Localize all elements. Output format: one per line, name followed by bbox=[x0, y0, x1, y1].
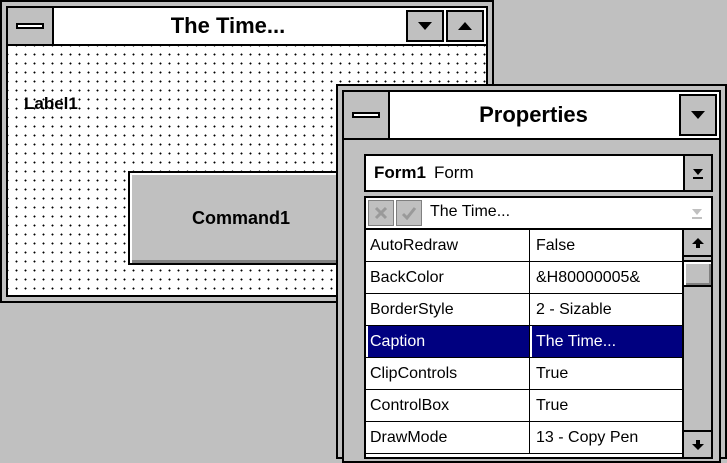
property-list-scrollbar[interactable] bbox=[682, 230, 711, 457]
property-value[interactable]: 2 - Sizable bbox=[532, 294, 686, 325]
property-value[interactable]: The Time... bbox=[532, 326, 686, 357]
dropdown-arrow-icon bbox=[683, 198, 711, 228]
minimize-icon[interactable] bbox=[406, 10, 444, 42]
property-name: DrawMode bbox=[368, 422, 530, 453]
scroll-thumb[interactable] bbox=[684, 260, 711, 287]
system-menu-icon[interactable] bbox=[344, 92, 390, 138]
property-value[interactable]: 13 - Copy Pen bbox=[532, 422, 686, 453]
properties-window-frame: Properties Form1 Form The Time... AutoRe… bbox=[342, 90, 721, 463]
property-value[interactable]: &H80000005& bbox=[532, 262, 686, 293]
scroll-down-icon[interactable] bbox=[684, 430, 711, 457]
property-row[interactable]: ControlBox True bbox=[366, 390, 684, 422]
object-type: Form bbox=[433, 163, 474, 182]
property-row[interactable]: BackColor &H80000005& bbox=[366, 262, 684, 294]
property-name: BackColor bbox=[368, 262, 530, 293]
object-name: Form1 bbox=[374, 163, 426, 182]
scroll-up-icon[interactable] bbox=[684, 230, 711, 257]
property-row[interactable]: ClipControls True bbox=[366, 358, 684, 390]
property-value-editor[interactable]: The Time... bbox=[364, 196, 713, 230]
dropdown-arrow-icon[interactable] bbox=[683, 156, 711, 190]
property-list[interactable]: AutoRedraw False BackColor &H80000005& Borde… bbox=[364, 228, 713, 459]
property-row[interactable]: DrawMode 13 - Copy Pen bbox=[366, 422, 684, 454]
property-row[interactable]: BorderStyle 2 - Sizable bbox=[366, 294, 684, 326]
object-selector[interactable]: Form1 Form bbox=[364, 154, 713, 192]
property-name: ClipControls bbox=[368, 358, 530, 389]
cancel-x-icon[interactable] bbox=[368, 200, 394, 226]
property-value[interactable]: True bbox=[532, 358, 686, 389]
property-name: ControlBox bbox=[368, 390, 530, 421]
property-value[interactable]: False bbox=[532, 230, 686, 261]
property-value[interactable]: True bbox=[532, 390, 686, 421]
property-row[interactable]: AutoRedraw False bbox=[366, 230, 684, 262]
system-menu-icon[interactable] bbox=[8, 8, 54, 44]
minimize-icon[interactable] bbox=[679, 94, 717, 136]
properties-window[interactable]: Properties Form1 Form The Time... AutoRe… bbox=[336, 84, 727, 463]
command1-button[interactable]: Command1 bbox=[128, 171, 354, 265]
properties-titlebar[interactable]: Properties bbox=[344, 92, 719, 140]
edit-value-text[interactable]: The Time... bbox=[430, 203, 510, 221]
form-title: The Time... bbox=[170, 13, 286, 38]
property-row[interactable]: Caption The Time... bbox=[366, 326, 686, 358]
property-name: Caption bbox=[368, 326, 530, 357]
form-titlebar[interactable]: The Time... bbox=[8, 8, 486, 46]
maximize-icon[interactable] bbox=[446, 10, 484, 42]
property-name: BorderStyle bbox=[368, 294, 530, 325]
checkmark-icon[interactable] bbox=[396, 200, 422, 226]
property-name: AutoRedraw bbox=[368, 230, 530, 261]
label1-control[interactable]: Label1 bbox=[24, 94, 78, 114]
properties-title: Properties bbox=[479, 102, 588, 127]
